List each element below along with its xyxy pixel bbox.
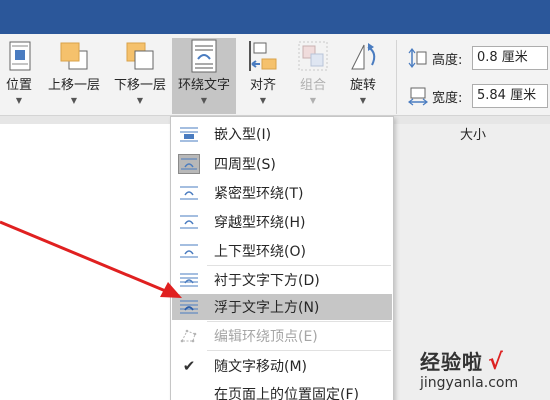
- height-label: 高度:: [432, 52, 463, 68]
- menu-item-move-with-text[interactable]: ✔ 随文字移动(M): [172, 353, 392, 379]
- menu-item-label: 嵌入型(I): [214, 127, 272, 143]
- width-input[interactable]: 5.84 厘米: [472, 84, 548, 108]
- inline-icon: [178, 124, 200, 144]
- bring-forward-button[interactable]: 上移一层 ▼: [42, 38, 106, 114]
- checkmark-icon: ✔: [182, 357, 196, 375]
- ribbon-separator: [396, 40, 397, 114]
- bring-forward-icon: [57, 38, 91, 74]
- menu-item-label: 在页面上的位置固定(F): [214, 387, 359, 400]
- chevron-down-icon: ▼: [136, 96, 144, 105]
- height-input[interactable]: 0.8 厘米: [472, 46, 548, 70]
- align-icon: [246, 38, 280, 74]
- menu-item-label: 衬于文字下方(D): [214, 273, 320, 289]
- rotate-label: 旋转: [349, 78, 376, 93]
- chevron-down-icon: ▼: [70, 96, 78, 105]
- position-label: 位置: [5, 78, 32, 93]
- menu-item-tight[interactable]: 紧密型环绕(T): [172, 180, 392, 206]
- chevron-down-icon: ▼: [309, 96, 317, 105]
- watermark: 经验啦 √ jingyanla.com: [420, 346, 550, 400]
- rotate-icon: [346, 38, 380, 74]
- menu-item-in-front-of-text[interactable]: 浮于文字上方(N): [172, 294, 392, 320]
- menu-item-inline[interactable]: 嵌入型(I): [172, 121, 392, 147]
- menu-item-label: 上下型环绕(O): [214, 244, 306, 260]
- group-icon: [296, 38, 330, 74]
- menu-item-label: 编辑环绕顶点(E): [214, 329, 318, 345]
- width-label: 宽度:: [432, 90, 463, 106]
- chevron-down-icon: ▼: [15, 96, 23, 105]
- height-icon: [408, 48, 427, 68]
- bring-forward-label: 上移一层: [47, 78, 100, 93]
- menu-item-square[interactable]: 四周型(S): [172, 151, 392, 177]
- menu-item-fix-position[interactable]: 在页面上的位置固定(F): [172, 381, 392, 400]
- menu-item-label: 浮于文字上方(N): [214, 300, 320, 316]
- watermark-brand-row: 经验啦 √: [420, 346, 550, 375]
- group-label: 组合: [299, 78, 326, 93]
- rotate-button[interactable]: 旋转 ▼: [340, 38, 386, 114]
- align-button[interactable]: 对齐 ▼: [240, 38, 286, 114]
- width-row: 宽度: 5.84 厘米: [408, 84, 548, 108]
- menu-item-label: 四周型(S): [214, 157, 276, 173]
- annotation-arrow: [0, 220, 182, 298]
- menu-separator: [207, 265, 391, 266]
- align-label: 对齐: [249, 78, 276, 93]
- chevron-down-icon: ▼: [200, 96, 208, 105]
- square-wrap-icon: [178, 154, 200, 174]
- chevron-down-icon: ▼: [259, 96, 267, 105]
- menu-separator: [207, 321, 391, 322]
- fix-position-icon: [178, 384, 200, 400]
- width-icon: [408, 87, 428, 106]
- menu-item-edit-wrap-points[interactable]: 编辑环绕顶点(E): [172, 323, 392, 349]
- watermark-url: jingyanla.com: [420, 375, 519, 391]
- position-button[interactable]: 位置 ▼: [0, 38, 38, 114]
- title-bar: [0, 0, 550, 34]
- menu-item-through[interactable]: 穿越型环绕(H): [172, 209, 392, 235]
- menu-item-behind-text[interactable]: 衬于文字下方(D): [172, 267, 392, 293]
- group-button[interactable]: 组合 ▼: [290, 38, 336, 114]
- menu-separator: [207, 350, 391, 351]
- position-icon: [2, 38, 36, 74]
- send-backward-button[interactable]: 下移一层 ▼: [108, 38, 172, 114]
- wrap-text-label: 环绕文字: [177, 78, 230, 93]
- wrap-text-button[interactable]: 环绕文字 ▼: [172, 38, 236, 114]
- menu-item-label: 随文字移动(M): [214, 359, 308, 375]
- send-backward-icon: [123, 38, 157, 74]
- menu-item-label: 紧密型环绕(T): [214, 186, 304, 202]
- watermark-brand: 经验啦: [420, 350, 483, 374]
- watermark-check: √: [488, 350, 503, 375]
- size-group-label: 大小: [460, 128, 487, 143]
- menu-item-top-bottom[interactable]: 上下型环绕(O): [172, 238, 392, 264]
- wrap-text-menu: 嵌入型(I) 四周型(S) 紧密型环绕(T) 穿越型环绕(H) 上下型环绕(O)…: [170, 116, 394, 400]
- edit-wrap-points-icon: [178, 326, 200, 346]
- wrap-text-icon: [187, 38, 221, 74]
- chevron-down-icon: ▼: [359, 96, 367, 105]
- send-backward-label: 下移一层: [113, 78, 166, 93]
- menu-item-label: 穿越型环绕(H): [214, 215, 306, 231]
- height-row: 高度: 0.8 厘米: [408, 46, 548, 70]
